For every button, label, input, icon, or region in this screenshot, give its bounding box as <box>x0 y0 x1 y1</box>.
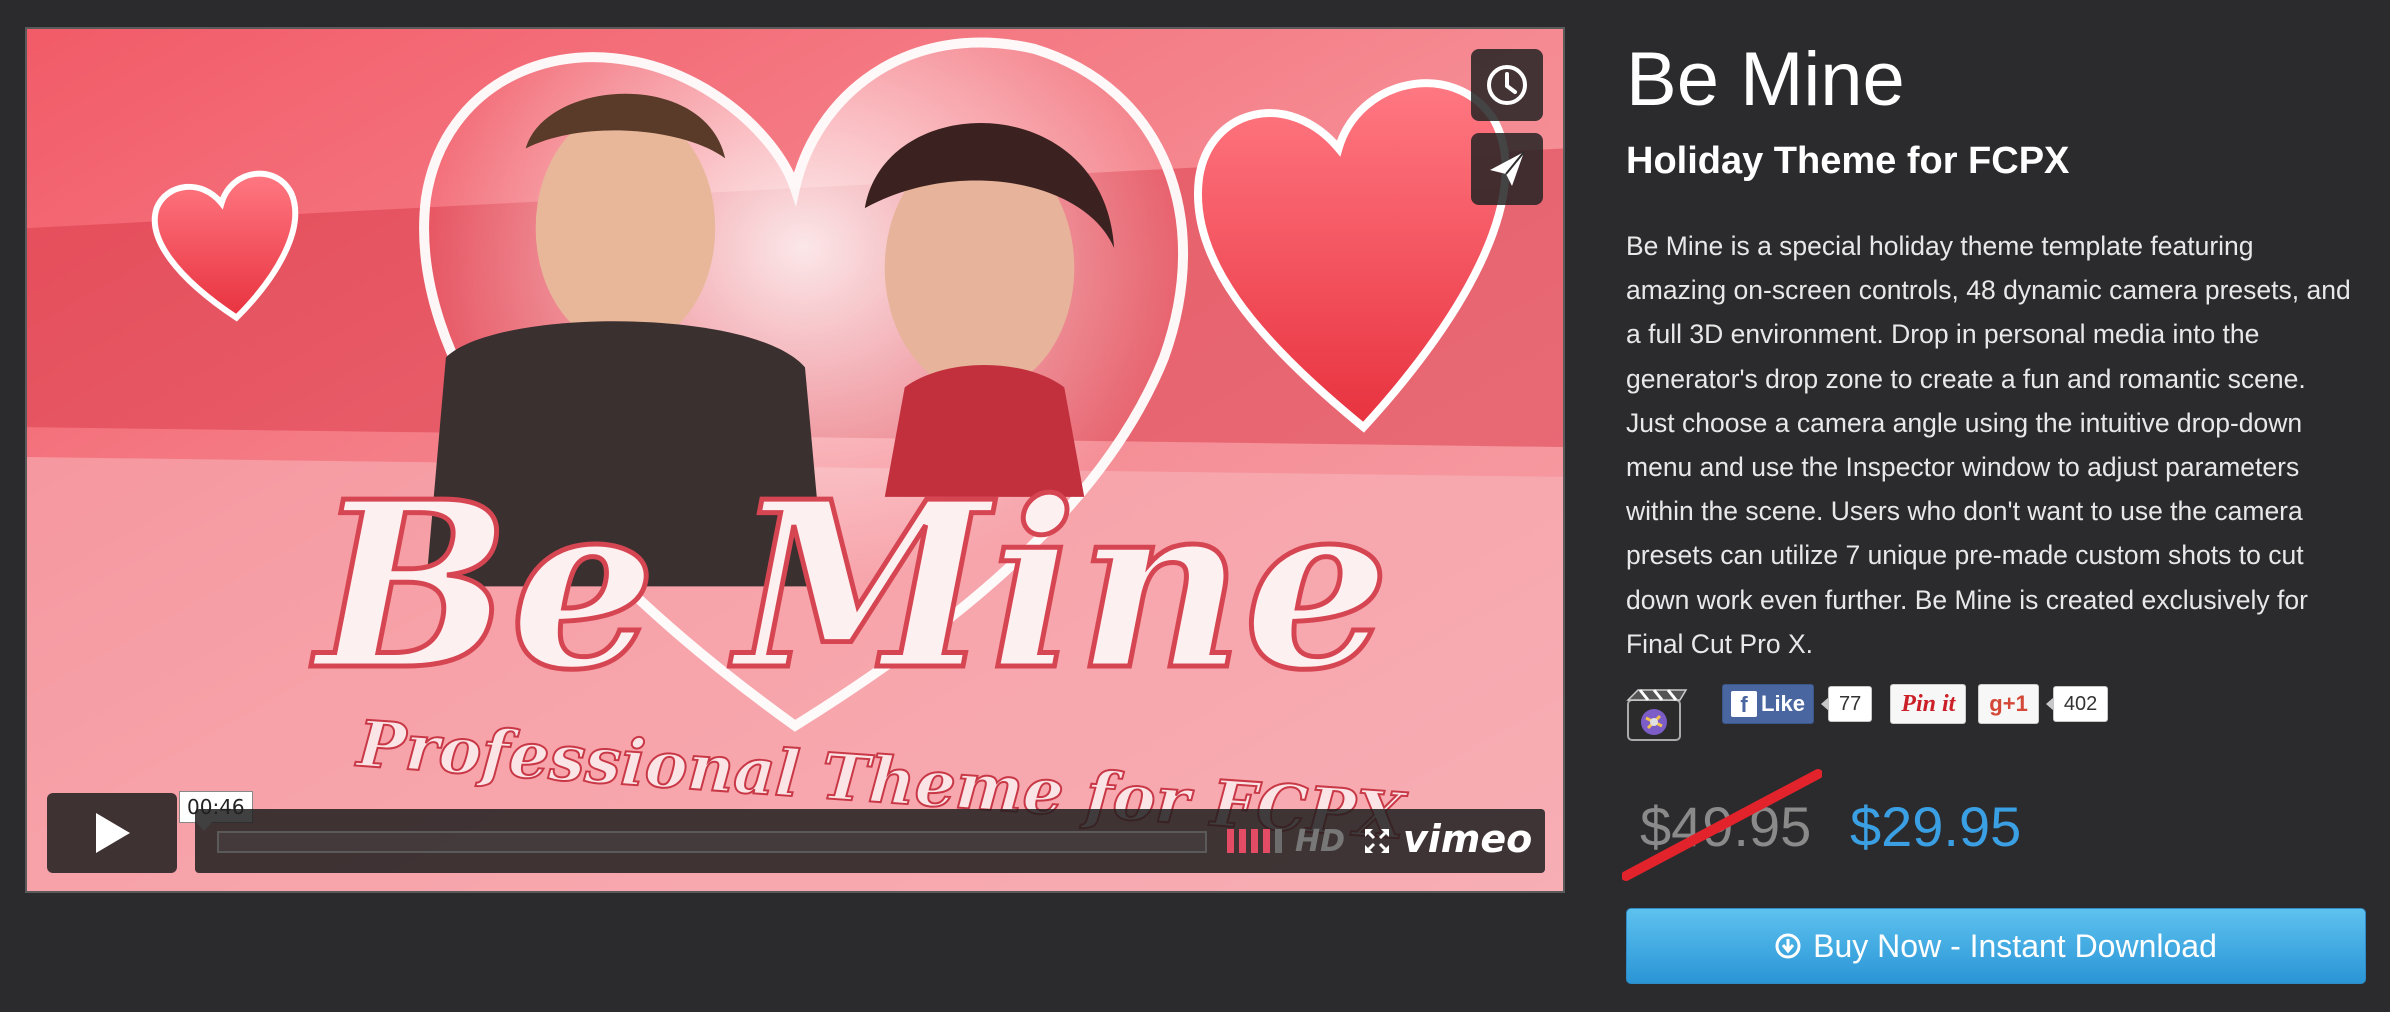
google-plus-label: +1 <box>2002 691 2028 716</box>
play-icon <box>96 813 130 853</box>
vimeo-logo[interactable]: vimeo <box>1403 817 1532 861</box>
download-icon <box>1775 933 1801 959</box>
volume-bar <box>1227 829 1234 853</box>
buy-now-button[interactable]: Buy Now - Instant Download <box>1626 908 2366 984</box>
share-button[interactable] <box>1471 133 1543 205</box>
volume-bar <box>1251 829 1258 853</box>
fullscreen-icon[interactable] <box>1363 827 1391 855</box>
facebook-like-button[interactable]: f Like <box>1722 684 1815 724</box>
poster-title: Be Mine <box>310 452 1389 721</box>
watch-later-button[interactable] <box>1471 49 1543 121</box>
social-share-bar: f Like 77 Pin it g+1 402 <box>1722 684 2109 724</box>
facebook-like-count: 77 <box>1820 686 1873 722</box>
progress-bar[interactable] <box>217 831 1207 853</box>
video-poster: Be Mine Professional Theme for FCPX <box>27 29 1563 891</box>
volume-bar <box>1275 829 1282 853</box>
product-description: Be Mine is a special holiday theme templ… <box>1626 231 2351 659</box>
video-player[interactable]: Be Mine Professional Theme for FCPX 00:4… <box>25 27 1565 893</box>
volume-bar <box>1263 829 1270 853</box>
sale-price: $29.95 <box>1850 795 2022 858</box>
volume-bar <box>1239 829 1246 853</box>
player-controls: HD vimeo <box>195 809 1545 873</box>
product-page: Be Mine Professional Theme for FCPX 00:4… <box>0 0 2390 1012</box>
clock-icon <box>1487 65 1527 105</box>
google-plus-button[interactable]: g+1 <box>1978 684 2039 724</box>
send-icon <box>1490 151 1525 186</box>
facebook-like-label: Like <box>1761 691 1806 716</box>
google-plus-count: 402 <box>2045 686 2109 722</box>
play-button[interactable] <box>47 793 177 873</box>
product-title: Be Mine <box>1626 37 1905 122</box>
price-strikethrough <box>1622 769 1822 881</box>
final-cut-pro-icon <box>1626 689 1688 741</box>
product-subtitle: Holiday Theme for FCPX <box>1626 140 2070 182</box>
pinterest-button[interactable]: Pin it <box>1890 684 1967 724</box>
volume-control[interactable] <box>1227 829 1282 853</box>
google-plus-icon: g <box>1989 691 2003 716</box>
hd-toggle[interactable]: HD <box>1295 824 1345 859</box>
facebook-icon: f <box>1731 691 1757 717</box>
buy-now-label: Buy Now - Instant Download <box>1813 927 2217 964</box>
